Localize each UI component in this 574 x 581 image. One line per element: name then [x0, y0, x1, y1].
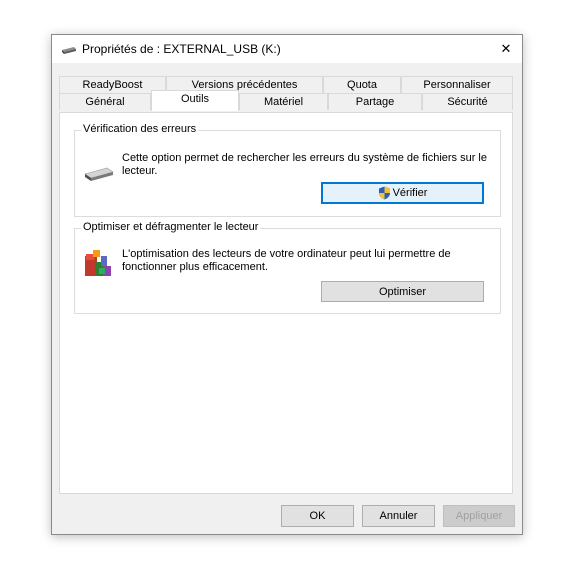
tab-readyboost[interactable]: ReadyBoost	[59, 76, 166, 93]
tab-securite[interactable]: Sécurité	[422, 93, 513, 110]
tab-partage[interactable]: Partage	[328, 93, 422, 110]
optimize-group: Optimiser et défragmenter le lecteur L'o…	[74, 221, 501, 314]
tab-strip: ReadyBoost Versions précédentes Quota Pe…	[52, 63, 522, 113]
tab-outils[interactable]: Outils	[151, 90, 239, 111]
uac-shield-icon	[378, 186, 390, 200]
apply-button-label: Appliquer	[455, 510, 503, 522]
error-check-description: Cette option permet de rechercher les er…	[122, 152, 487, 177]
optimize-title: Optimiser et défragmenter le lecteur	[81, 221, 261, 233]
tab-general[interactable]: Général	[59, 93, 151, 110]
drive-title-icon	[62, 47, 76, 54]
tab-materiel[interactable]: Matériel	[239, 93, 328, 110]
ok-button[interactable]: OK	[281, 505, 354, 527]
optimize-description: L'optimisation des lecteurs de votre ord…	[122, 248, 451, 273]
optimize-button[interactable]: Optimiser	[321, 281, 484, 302]
tab-quota[interactable]: Quota	[323, 76, 401, 93]
cancel-button-label: Annuler	[379, 510, 418, 522]
error-check-group: Vérification des erreurs Cette option pe…	[74, 123, 501, 217]
title-bar: Propriétés de : EXTERNAL_USB (K:) ✕	[52, 35, 522, 63]
defrag-icon	[85, 250, 111, 276]
cancel-button[interactable]: Annuler	[362, 505, 435, 527]
apply-button[interactable]: Appliquer	[443, 505, 515, 527]
properties-dialog: Propriétés de : EXTERNAL_USB (K:) ✕ Read…	[51, 34, 523, 535]
close-button[interactable]: ✕	[490, 35, 522, 63]
tools-panel: Vérification des erreurs Cette option pe…	[59, 112, 513, 494]
verify-button[interactable]: Vérifier	[321, 182, 484, 204]
ok-button-label: OK	[309, 510, 326, 522]
optimize-button-label: Optimiser	[378, 285, 427, 298]
drive-icon	[84, 167, 114, 181]
verify-button-label: Vérifier	[392, 187, 428, 199]
error-check-title: Vérification des erreurs	[81, 123, 199, 135]
window-title: Propriétés de : EXTERNAL_USB (K:)	[82, 42, 281, 56]
close-icon: ✕	[500, 41, 512, 56]
tab-personnaliser[interactable]: Personnaliser	[401, 76, 513, 93]
